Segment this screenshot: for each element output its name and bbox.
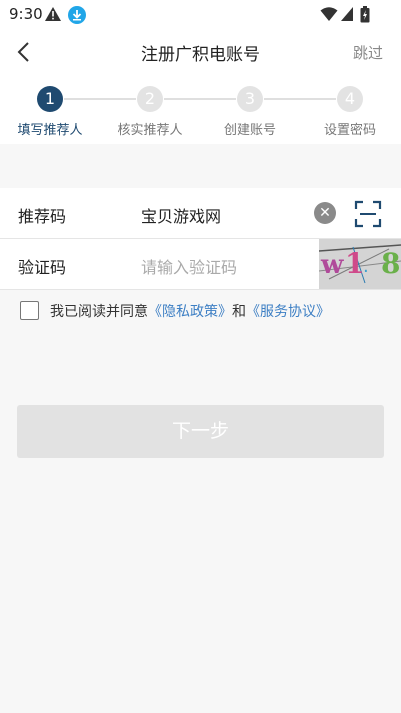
agreement-checkbox[interactable] xyxy=(20,301,39,320)
step-number: 2 xyxy=(137,86,163,112)
svg-text:8: 8 xyxy=(381,247,400,280)
skip-button[interactable]: 跳过 xyxy=(353,42,383,63)
agreement-prefix: 我已阅读并同意 xyxy=(50,304,148,320)
svg-text:w: w xyxy=(320,250,344,280)
step-create-account: 3 创建账号 xyxy=(200,76,300,138)
verify-code-label: 验证码 xyxy=(18,258,67,277)
agreement-conjunction: 和 xyxy=(232,304,246,320)
svg-text:·: · xyxy=(363,261,369,282)
battery-icon xyxy=(360,6,370,27)
download-icon xyxy=(68,6,86,28)
referral-code-label: 推荐码 xyxy=(18,207,67,226)
privacy-policy-link[interactable]: 《隐私政策》 xyxy=(148,304,232,320)
page-title: 注册广积电账号 xyxy=(141,45,260,65)
wifi-icon xyxy=(320,6,338,26)
agreement-text: 我已阅读并同意《隐私政策》和《服务协议》 xyxy=(50,301,330,321)
referral-code-input[interactable]: 宝贝游戏网 xyxy=(141,203,221,227)
step-set-password: 4 设置密码 xyxy=(300,76,400,138)
verify-code-input[interactable]: 请输入验证码 xyxy=(141,254,237,278)
status-time: 9:30 xyxy=(9,5,43,23)
referral-code-row: 推荐码 宝贝游戏网 ✕ xyxy=(0,188,401,238)
step-label: 填写推荐人 xyxy=(17,123,83,138)
divider xyxy=(0,289,401,290)
app-bar: 注册广积电账号 跳过 xyxy=(0,28,401,76)
step-fill-referrer: 1 填写推荐人 xyxy=(0,76,100,138)
step-verify-referrer: 2 核实推荐人 xyxy=(100,76,200,138)
clear-icon[interactable]: ✕ xyxy=(314,202,336,224)
step-label: 创建账号 xyxy=(223,123,276,138)
step-number: 3 xyxy=(237,86,263,112)
step-number: 1 xyxy=(37,86,63,112)
status-bar: 9:30 xyxy=(0,0,401,28)
signal-icon xyxy=(340,6,354,26)
next-step-button[interactable]: 下一步 xyxy=(17,405,384,458)
verify-code-row: 验证码 请输入验证码 w 1 · 8 xyxy=(0,239,401,289)
captcha-image[interactable]: w 1 · 8 xyxy=(319,239,401,289)
svg-text:1: 1 xyxy=(345,247,364,280)
service-agreement-link[interactable]: 《服务协议》 xyxy=(246,304,330,320)
warning-icon xyxy=(44,6,62,26)
step-label: 设置密码 xyxy=(323,123,376,138)
step-indicator: 1 填写推荐人 2 核实推荐人 3 创建账号 4 设置密码 xyxy=(0,76,401,144)
scan-icon[interactable] xyxy=(354,200,382,228)
step-number: 4 xyxy=(337,86,363,112)
step-label: 核实推荐人 xyxy=(117,123,183,138)
